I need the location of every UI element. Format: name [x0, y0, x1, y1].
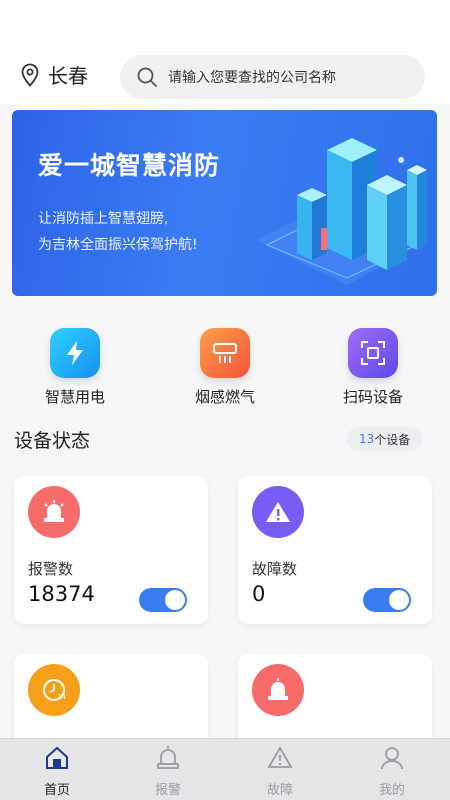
location-pin-icon	[21, 63, 39, 87]
header: 长春 请输入您要查找的公司名称	[0, 0, 450, 104]
quick-action-label: 扫码设备	[342, 388, 403, 406]
fault-toggle[interactable]	[363, 588, 411, 612]
card-alarm-count[interactable]: 报警数 18374	[14, 476, 208, 624]
smart-city-illustration	[257, 138, 427, 285]
alarm-light-icon	[252, 664, 304, 716]
search-placeholder: 请输入您要查找的公司名称	[168, 70, 336, 86]
device-count-number: 13	[359, 432, 375, 446]
quick-action-label: 烟感燃气	[194, 388, 255, 406]
tab-home[interactable]: 首页	[27, 745, 87, 798]
card-label: 报警数	[28, 560, 74, 578]
home-screen: 长春 请输入您要查找的公司名称 爱一城智慧消防 让消防插上智慧翅膀, 为吉林全面…	[0, 0, 450, 800]
search-icon	[137, 67, 157, 87]
toggle-knob	[389, 590, 409, 610]
city-selector[interactable]: 长春	[20, 60, 88, 89]
tab-label: 报警	[154, 783, 181, 798]
home-icon	[46, 746, 68, 769]
scan-icon	[348, 328, 398, 378]
card-value: 0	[252, 582, 266, 606]
tab-label: 故障	[266, 783, 293, 798]
quick-action-smart-electricity[interactable]: 智慧用电	[20, 322, 130, 407]
city-name: 长春	[48, 64, 88, 88]
promo-banner[interactable]: 爱一城智慧消防 让消防插上智慧翅膀, 为吉林全面振兴保驾护航!	[12, 110, 437, 296]
tab-mine[interactable]: 我的	[362, 745, 422, 798]
search-input[interactable]: 请输入您要查找的公司名称	[120, 55, 425, 99]
user-icon	[381, 747, 403, 770]
card-label: 故障数	[252, 560, 298, 578]
device-status-title: 设备状态	[14, 430, 91, 452]
alarm-light-icon	[28, 486, 80, 538]
svg-text:24: 24	[57, 693, 66, 701]
alarm-light-icon	[157, 746, 179, 769]
warning-triangle-icon	[252, 486, 304, 538]
tab-label: 我的	[378, 783, 405, 798]
card-fault-count[interactable]: 故障数 0	[238, 476, 432, 624]
tab-label: 首页	[43, 783, 70, 798]
bottom-tab-bar: 首页 报警 故障 我的	[0, 738, 450, 800]
quick-action-scan-device[interactable]: 扫码设备	[318, 322, 428, 407]
smoke-detector-icon	[200, 328, 250, 378]
lightning-icon	[50, 328, 100, 378]
card-value: 18374	[28, 582, 95, 606]
device-count-badge[interactable]: 13 个设备	[347, 427, 423, 451]
tab-alarm[interactable]: 报警	[138, 745, 198, 798]
tab-fault[interactable]: 故障	[250, 745, 310, 798]
24h-clock-icon: 24	[28, 664, 80, 716]
quick-action-smoke-gas[interactable]: 烟感燃气	[170, 322, 280, 407]
warning-triangle-icon	[267, 746, 293, 768]
banner-title: 爱一城智慧消防	[38, 151, 221, 180]
banner-subtitle-1: 让消防插上智慧翅膀,	[38, 211, 169, 227]
quick-actions: 智慧用电 烟感燃气 扫码设备	[0, 322, 450, 412]
device-count-suffix: 个设备	[374, 432, 411, 447]
toggle-knob	[165, 590, 185, 610]
quick-action-label: 智慧用电	[44, 388, 105, 406]
alarm-toggle[interactable]	[139, 588, 187, 612]
banner-subtitle-2: 为吉林全面振兴保驾护航!	[38, 237, 198, 253]
